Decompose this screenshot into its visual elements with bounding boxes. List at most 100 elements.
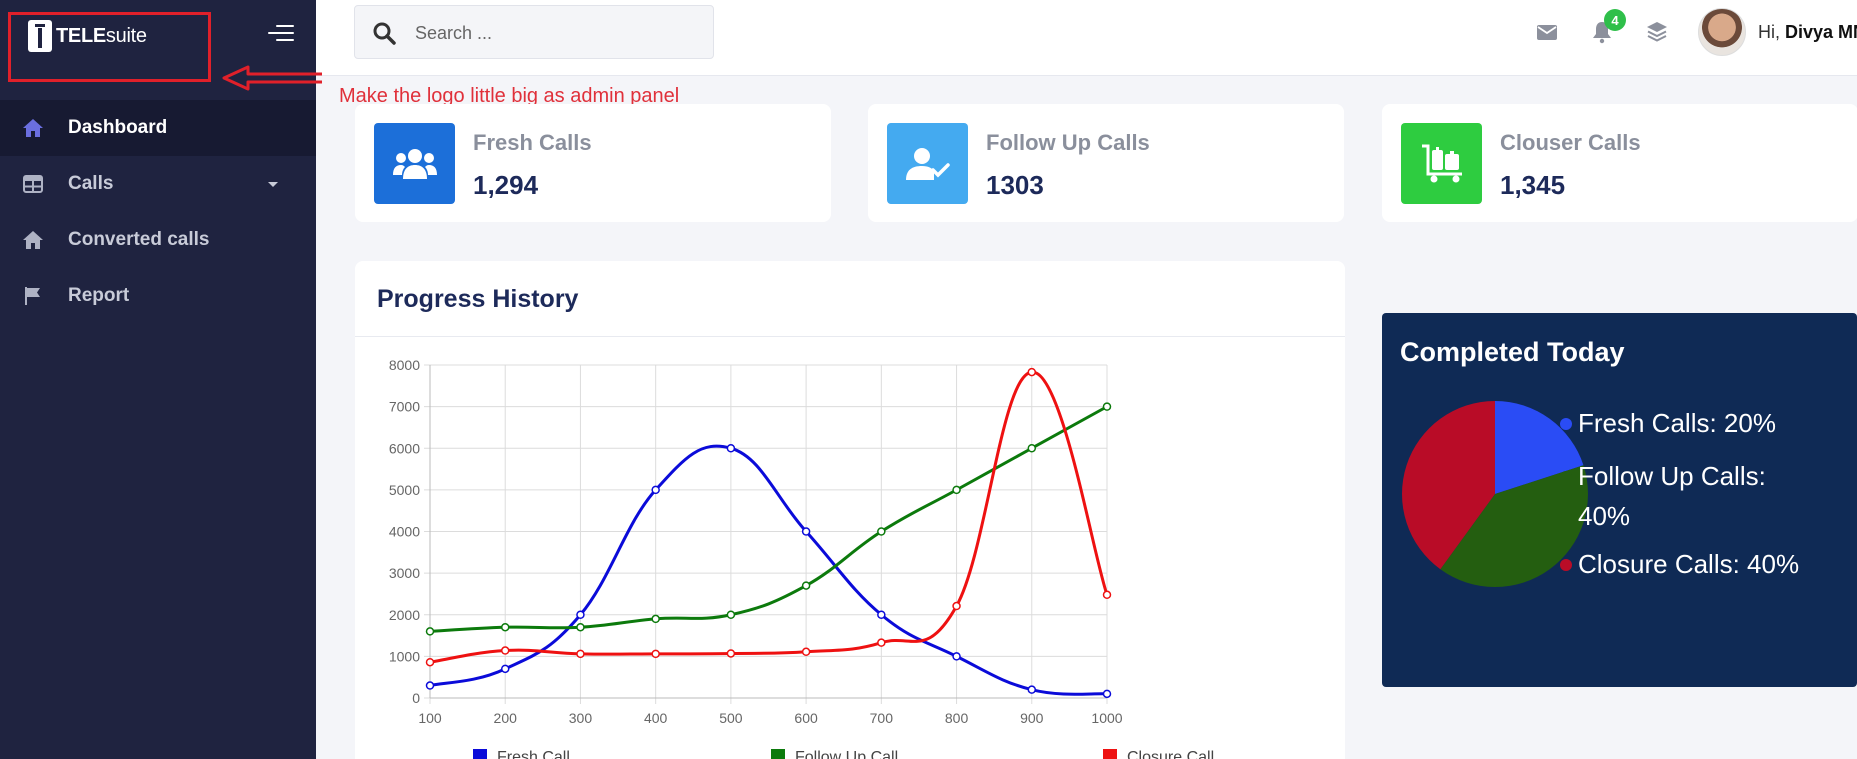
y-tick-label: 4000 — [389, 524, 420, 540]
legend-swatch — [771, 749, 785, 759]
legend-label: Closure Call — [1127, 749, 1214, 759]
sidebar-item-converted-calls[interactable]: Converted calls — [0, 212, 316, 268]
pie-legend-item: Closure Calls: 40% — [1560, 544, 1800, 584]
search-icon[interactable] — [372, 21, 396, 50]
sidebar-item-report[interactable]: Report — [0, 268, 316, 324]
data-point — [651, 485, 660, 495]
home-icon — [22, 117, 44, 139]
data-point — [877, 610, 886, 619]
legend-swatch — [1103, 749, 1117, 759]
data-point — [576, 610, 585, 619]
y-tick-label: 3000 — [389, 565, 420, 581]
x-tick-label: 900 — [1020, 710, 1044, 726]
data-point — [1027, 685, 1037, 694]
y-tick-label: 2000 — [389, 607, 420, 623]
completed-today-panel: Completed Today Fresh Calls: 20% Follow U… — [1382, 313, 1857, 687]
legend-dot — [1560, 559, 1572, 571]
data-point — [425, 681, 435, 690]
user-greeting[interactable]: Hi, Divya MN — [1758, 22, 1857, 43]
sidebar-item-label: Dashboard — [68, 117, 168, 138]
sidebar-item-label: Calls — [68, 173, 114, 194]
progress-history-panel: Progress History 0 1000 2000 3000 4000 5000 60… — [355, 261, 1345, 759]
sidebar-item-calls[interactable]: Calls — [0, 156, 316, 212]
telesuite-logo-icon[interactable] — [28, 20, 52, 52]
data-point — [500, 622, 510, 632]
x-tick-label: 200 — [494, 710, 518, 726]
data-point — [726, 649, 736, 658]
sidebar: TELEsuite Dashboard Calls Converted call… — [0, 0, 316, 759]
chevron-down-icon — [268, 182, 278, 187]
menu-toggle-icon[interactable] — [268, 23, 294, 43]
progress-line-chart: 0 1000 2000 3000 4000 5000 6000 7000 8000 100 200 3… — [389, 357, 1214, 759]
data-point — [425, 657, 435, 667]
search-box — [354, 5, 714, 59]
home-icon — [22, 229, 44, 251]
card-value: 1,345 — [1500, 170, 1566, 200]
fresh-calls-card[interactable]: Fresh Calls 1,294 — [355, 104, 831, 222]
avatar[interactable] — [1698, 8, 1746, 56]
data-point — [500, 664, 510, 674]
layers-icon[interactable] — [1645, 20, 1669, 44]
luggage-cart-icon — [1401, 123, 1482, 204]
y-tick-label: 8000 — [389, 357, 420, 373]
data-point — [877, 527, 886, 536]
users-icon — [374, 123, 455, 204]
data-point — [1102, 689, 1112, 699]
legend-label: Fresh Call — [497, 749, 570, 759]
data-point — [952, 601, 961, 611]
x-tick-label: 800 — [945, 710, 969, 726]
x-tick-label: 600 — [794, 710, 818, 726]
x-tick-label: 300 — [569, 710, 593, 726]
logo-rest: suite — [105, 25, 147, 47]
data-point — [952, 652, 961, 661]
user-check-icon — [887, 123, 968, 204]
app-logo[interactable]: TELEsuite — [56, 25, 147, 48]
legend-label: Fresh Calls: 20% — [1578, 408, 1776, 438]
legend-label: Follow Up Calls: 40% — [1578, 461, 1766, 531]
data-point — [500, 646, 510, 655]
x-tick-label: 1000 — [1091, 710, 1122, 726]
sidebar-item-label: Report — [68, 285, 130, 306]
data-point — [801, 647, 811, 657]
user-name: Divya MN — [1785, 22, 1857, 42]
y-tick-label: 6000 — [389, 440, 420, 456]
pie-legend-item: Follow Up Calls: 40% — [1560, 456, 1808, 536]
x-tick-label: 400 — [644, 710, 668, 726]
data-point — [1102, 590, 1112, 600]
data-point — [801, 581, 811, 590]
card-title: Clouser Calls — [1500, 130, 1641, 155]
data-point — [952, 485, 961, 495]
card-title: Fresh Calls — [473, 130, 592, 155]
data-point — [1102, 402, 1112, 411]
legend-dot — [1560, 418, 1572, 430]
x-tick-label: 500 — [719, 710, 743, 726]
clouser-calls-card[interactable]: Clouser Calls 1,345 — [1382, 104, 1857, 222]
card-title: Follow Up Calls — [986, 130, 1150, 155]
mail-icon[interactable] — [1535, 20, 1559, 44]
y-tick-label: 1000 — [389, 648, 420, 664]
notification-badge: 4 — [1604, 9, 1626, 31]
series-line-2 — [429, 370, 1109, 664]
y-tick-label: 0 — [412, 690, 420, 706]
topbar: 4 Hi, Divya MN — [316, 0, 1857, 76]
panel-title: Completed Today — [1400, 337, 1625, 367]
data-point — [726, 610, 736, 619]
y-tick-label: 5000 — [389, 482, 420, 498]
annotation-arrow-icon — [222, 65, 322, 91]
search-input[interactable] — [415, 20, 695, 46]
data-point — [877, 638, 886, 647]
legend-label: Closure Calls: 40% — [1578, 549, 1800, 579]
data-point — [726, 444, 736, 453]
data-point — [576, 622, 585, 632]
series-line-1 — [429, 405, 1108, 633]
follow-up-calls-card[interactable]: Follow Up Calls 1303 — [868, 104, 1344, 222]
card-value: 1303 — [986, 170, 1044, 200]
legend-swatch — [473, 749, 487, 759]
sidebar-item-dashboard[interactable]: Dashboard — [0, 100, 316, 156]
data-point — [1027, 367, 1037, 377]
y-tick-label: 7000 — [389, 399, 420, 415]
data-point — [1027, 444, 1037, 453]
x-tick-label: 700 — [870, 710, 894, 726]
legend-label: Follow Up Call — [795, 749, 898, 759]
data-point — [651, 649, 660, 659]
